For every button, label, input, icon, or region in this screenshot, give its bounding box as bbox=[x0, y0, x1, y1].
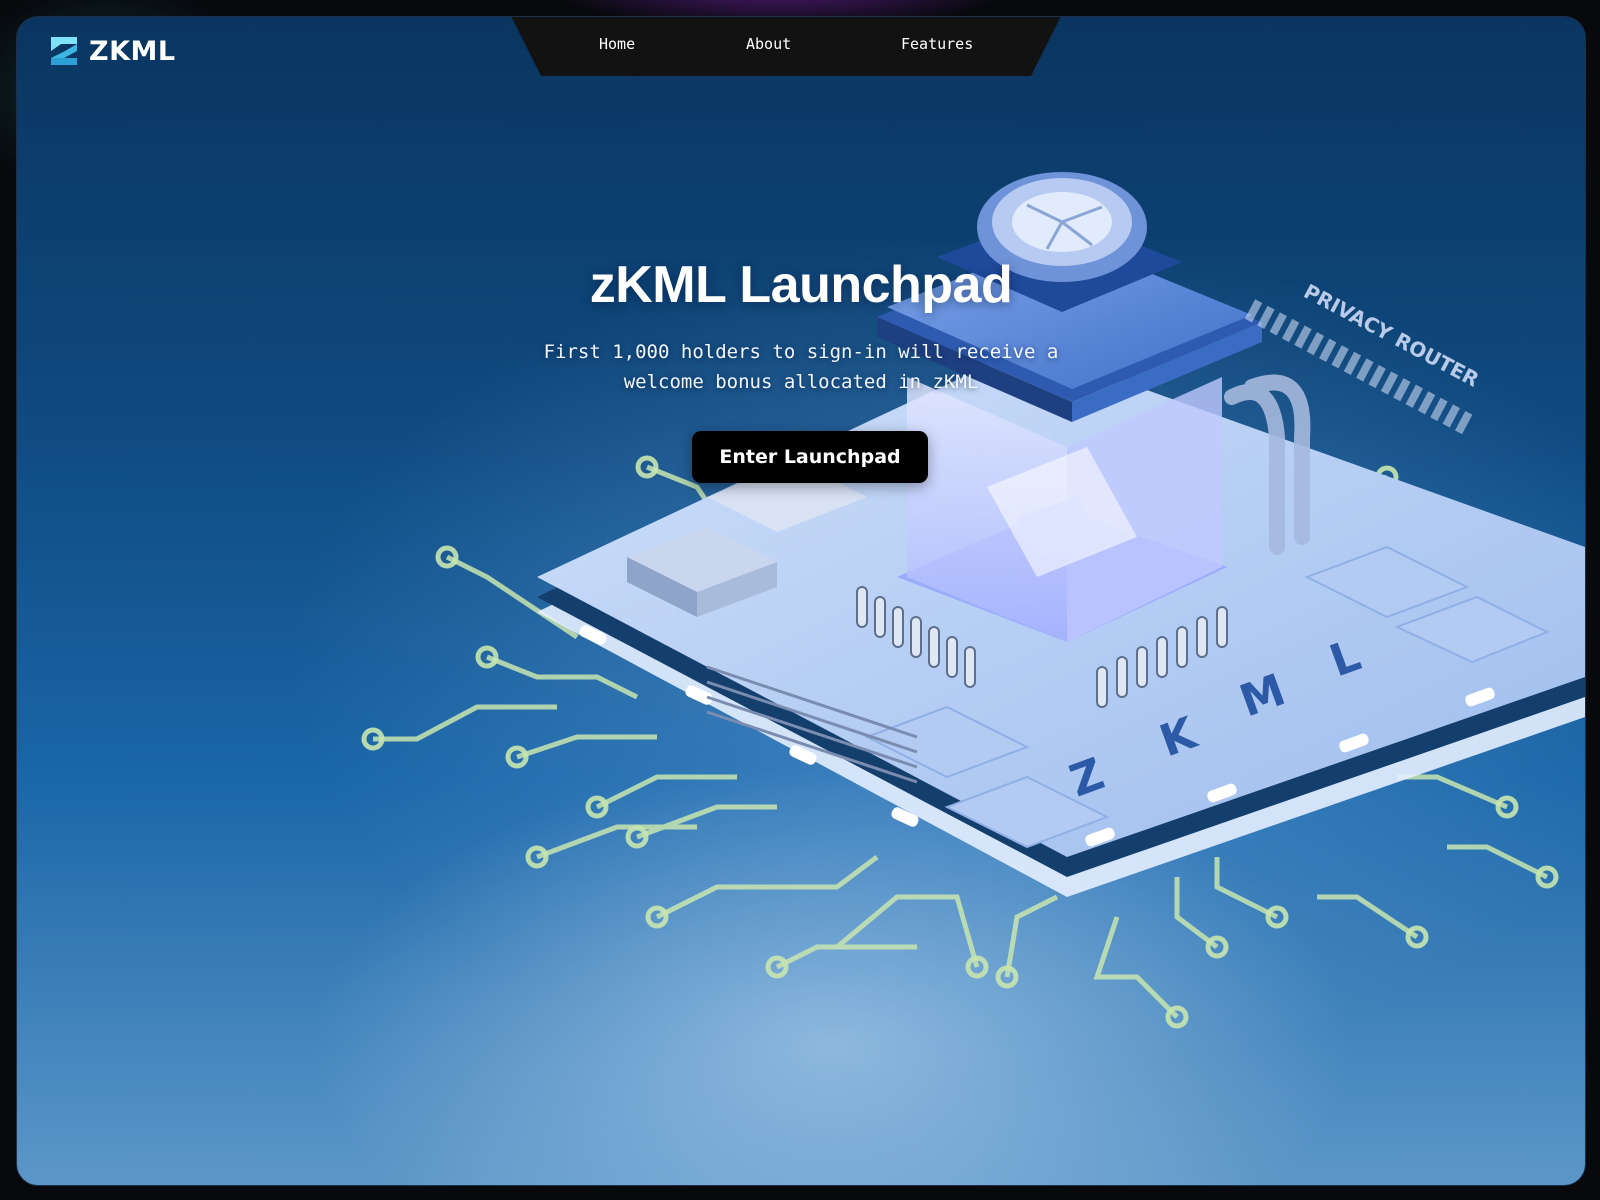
nav-home[interactable]: Home bbox=[599, 35, 635, 53]
enter-launchpad-button[interactable]: Enter Launchpad bbox=[692, 431, 928, 483]
brand-name: ZKML bbox=[89, 35, 176, 67]
hero-frame: Z K M L PRIVACY ROUTER ZKML Home About F… bbox=[16, 16, 1586, 1186]
hero-subtitle: First 1,000 holders to sign-in will rece… bbox=[543, 341, 1059, 393]
hero-title: zKML Launchpad bbox=[589, 256, 1013, 314]
hero-illustration: Z K M L PRIVACY ROUTER bbox=[361, 172, 1585, 1029]
nav-features[interactable]: Features bbox=[901, 35, 973, 53]
top-nav: Home About Features bbox=[511, 17, 1061, 78]
brand-logo[interactable]: ZKML bbox=[47, 35, 176, 67]
nav-about[interactable]: About bbox=[746, 35, 791, 53]
z-logo-icon bbox=[51, 37, 77, 65]
